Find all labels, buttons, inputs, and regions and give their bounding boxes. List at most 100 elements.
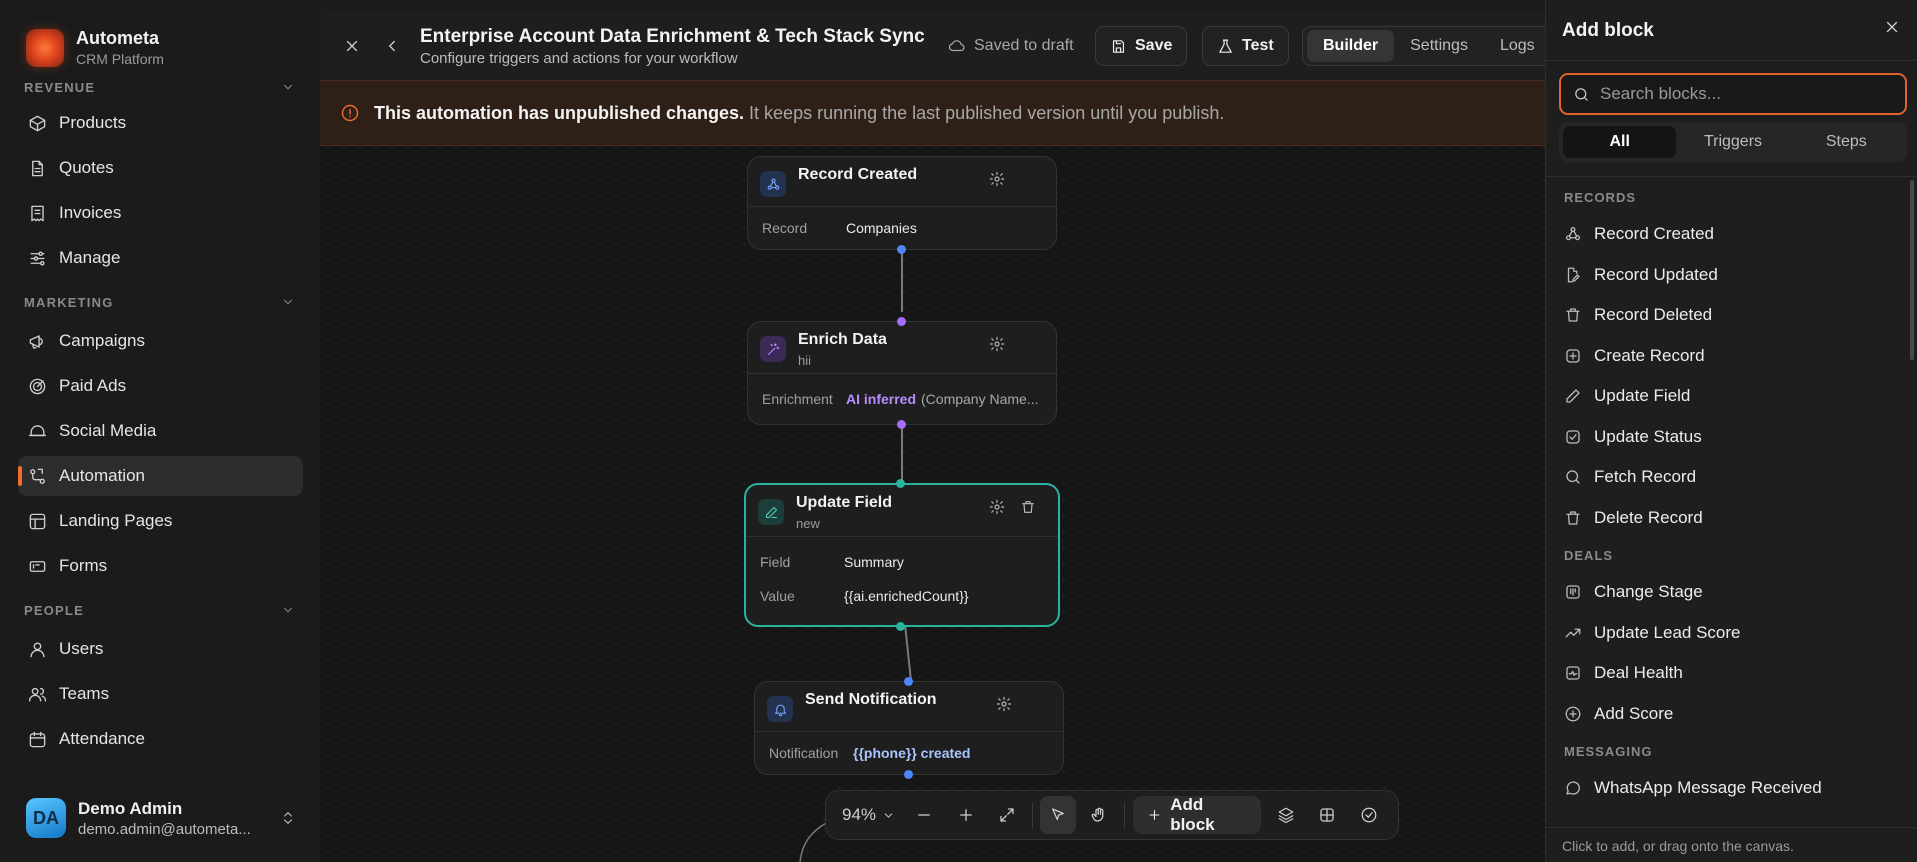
block-record-created[interactable]: Record Created — [1546, 214, 1906, 255]
sidebar-item-label: Products — [59, 113, 127, 132]
node-send-notification[interactable]: Send Notification Notification {{phone}}… — [754, 677, 1064, 779]
block-whatsapp-message-received[interactable]: WhatsApp Message Received — [1546, 768, 1906, 809]
sidebar-item-manage[interactable]: Manage — [18, 238, 303, 278]
minus-icon — [917, 814, 930, 816]
output-port[interactable] — [896, 622, 905, 631]
banner-title: This automation has unpublished changes. — [374, 102, 745, 123]
chevrons-up-down-icon — [284, 812, 292, 824]
unpublished-banner: This automation has unpublished changes.… — [320, 80, 1600, 146]
block-change-stage[interactable]: Change Stage — [1546, 572, 1906, 613]
block-label: Update Status — [1594, 426, 1702, 446]
save-button[interactable]: Save — [1095, 26, 1188, 66]
trash-icon[interactable] — [1020, 499, 1036, 520]
sidebar-item-teams[interactable]: Teams — [18, 674, 303, 714]
section-revenue[interactable]: REVENUE — [18, 76, 303, 98]
edge — [901, 249, 903, 312]
block-record-updated[interactable]: Record Updated — [1546, 255, 1906, 296]
sidebar-item-label: Invoices — [59, 203, 122, 222]
block-update-field[interactable]: Update Field — [1546, 376, 1906, 417]
tab-logs[interactable]: Logs — [1484, 30, 1551, 62]
save-icon — [1112, 39, 1125, 53]
message-circle-icon — [1566, 781, 1580, 795]
info-icon — [341, 104, 359, 122]
block-update-status[interactable]: Update Status — [1546, 417, 1906, 458]
block-fetch-record[interactable]: Fetch Record — [1546, 457, 1906, 498]
gear-icon[interactable] — [989, 336, 1005, 357]
cursor-icon — [1051, 808, 1064, 821]
zoom-dropdown[interactable]: 94% — [834, 796, 903, 834]
validate-button[interactable] — [1351, 796, 1387, 834]
zoom-in-button[interactable] — [948, 796, 984, 834]
block-deal-health[interactable]: Deal Health — [1546, 653, 1906, 694]
save-button-label: Save — [1135, 37, 1173, 54]
block-search[interactable] — [1559, 73, 1907, 115]
output-port[interactable] — [904, 770, 913, 779]
sidebar-item-invoices[interactable]: Invoices — [18, 193, 303, 233]
gear-icon[interactable] — [996, 696, 1012, 717]
sidebar-item-forms[interactable]: Forms — [18, 546, 303, 586]
sidebar-item-quotes[interactable]: Quotes — [18, 148, 303, 188]
add-block-button[interactable]: Add block — [1133, 795, 1261, 834]
sidebar-item-users[interactable]: Users — [18, 629, 303, 669]
section-deals: DEALS — [1564, 548, 1614, 563]
block-label: WhatsApp Message Received — [1594, 778, 1822, 798]
pencil-icon — [1566, 389, 1580, 403]
select-tool-button[interactable] — [1039, 796, 1076, 834]
form-icon — [29, 560, 46, 572]
node-record-created[interactable]: Record Created Record Companies — [747, 156, 1057, 254]
block-label: Delete Record — [1594, 507, 1703, 527]
chevron-left-icon — [389, 40, 395, 52]
block-delete-record[interactable]: Delete Record — [1546, 498, 1906, 539]
section-people-label: PEOPLE — [24, 602, 84, 618]
workflow-canvas[interactable]: Enterprise Account Data Enrichment & Tec… — [320, 12, 1600, 862]
view-tabs: Builder Settings Logs — [1302, 26, 1556, 66]
close-button[interactable] — [336, 30, 368, 62]
block-list: RECORDS Record Created Record Updated Re… — [1546, 180, 1906, 828]
layout-icon — [29, 513, 46, 529]
node-enrich-data[interactable]: Enrich Data hii Enrichment AI inferred (… — [747, 317, 1057, 429]
tab-all[interactable]: All — [1563, 126, 1677, 158]
panel-close-button[interactable] — [1883, 18, 1901, 41]
node-field-value: (Company Name... — [921, 391, 1039, 407]
pan-tool-button[interactable] — [1082, 796, 1118, 834]
block-create-record[interactable]: Create Record — [1546, 336, 1906, 377]
sidebar-item-paid-ads[interactable]: Paid Ads — [18, 366, 303, 406]
calendar-icon — [29, 731, 46, 747]
sidebar-item-automation[interactable]: Automation — [18, 456, 303, 496]
block-update-lead-score[interactable]: Update Lead Score — [1546, 613, 1906, 654]
panel-scrollbar[interactable] — [1910, 180, 1914, 360]
node-update-field[interactable]: Update Field new Field Summary Value {{a… — [744, 479, 1060, 631]
tab-builder[interactable]: Builder — [1307, 30, 1395, 62]
save-status-text: Saved to draft — [974, 37, 1074, 54]
sidebar-item-landing-pages[interactable]: Landing Pages — [18, 501, 303, 541]
grid-button[interactable] — [1310, 796, 1346, 834]
gear-icon[interactable] — [989, 171, 1005, 192]
search-input[interactable] — [1600, 84, 1890, 104]
output-port[interactable] — [897, 420, 906, 429]
sidebar-item-attendance[interactable]: Attendance — [18, 719, 303, 759]
block-add-score[interactable]: Add Score — [1546, 694, 1906, 735]
section-people[interactable]: PEOPLE — [18, 596, 303, 624]
check-circle-icon — [1361, 807, 1377, 823]
section-marketing[interactable]: MARKETING — [18, 288, 303, 316]
sidebar-item-products[interactable]: Products — [18, 103, 303, 143]
brand[interactable]: Autometa CRM Platform — [26, 28, 164, 67]
tab-steps[interactable]: Steps — [1790, 126, 1903, 158]
fit-view-button[interactable] — [989, 796, 1025, 834]
block-record-deleted[interactable]: Record Deleted — [1546, 295, 1906, 336]
tab-settings[interactable]: Settings — [1394, 30, 1484, 62]
user-menu[interactable]: DA Demo Admin demo.admin@autometa... — [26, 798, 296, 838]
tab-triggers[interactable]: Triggers — [1676, 126, 1789, 158]
back-button[interactable] — [376, 30, 408, 62]
layers-button[interactable] — [1268, 796, 1304, 834]
receipt-icon — [31, 205, 44, 221]
block-label: Update Lead Score — [1594, 622, 1741, 642]
test-button[interactable]: Test — [1202, 26, 1289, 66]
chevron-down-icon — [884, 812, 893, 818]
block-label: Deal Health — [1594, 663, 1683, 683]
output-port[interactable] — [897, 245, 906, 254]
sidebar-item-social-media[interactable]: Social Media — [18, 411, 303, 451]
sidebar-item-campaigns[interactable]: Campaigns — [18, 321, 303, 361]
zoom-out-button[interactable] — [906, 796, 942, 834]
gear-icon[interactable] — [989, 499, 1005, 520]
